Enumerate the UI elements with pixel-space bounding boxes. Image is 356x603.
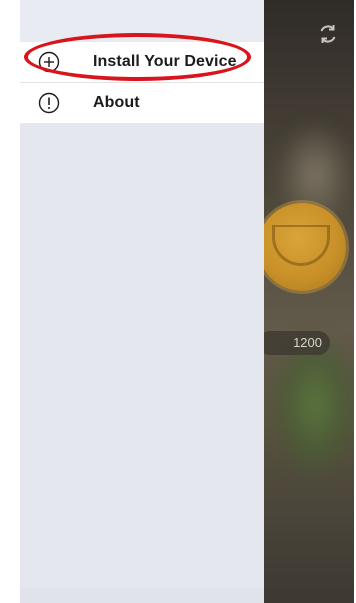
drawer-footer xyxy=(20,588,264,603)
device-status-pill: 1200 xyxy=(258,331,330,355)
plus-circle-icon xyxy=(38,51,60,73)
background-app-content[interactable] xyxy=(264,0,354,603)
info-circle-icon xyxy=(38,92,60,114)
menu-item-install-device[interactable]: Install Your Device xyxy=(20,42,264,82)
menu-item-about[interactable]: About xyxy=(20,82,264,123)
drawer-menu: Install Your Device About xyxy=(20,42,264,123)
navigation-drawer: Install Your Device About xyxy=(20,0,264,603)
menu-item-label: About xyxy=(93,94,140,111)
drawer-header xyxy=(20,0,264,42)
app-screen: 1200 Install Your Device About xyxy=(20,0,354,603)
device-button[interactable] xyxy=(258,203,346,291)
refresh-icon[interactable] xyxy=(316,22,340,46)
bowl-icon xyxy=(272,225,330,266)
menu-item-label: Install Your Device xyxy=(93,53,237,70)
